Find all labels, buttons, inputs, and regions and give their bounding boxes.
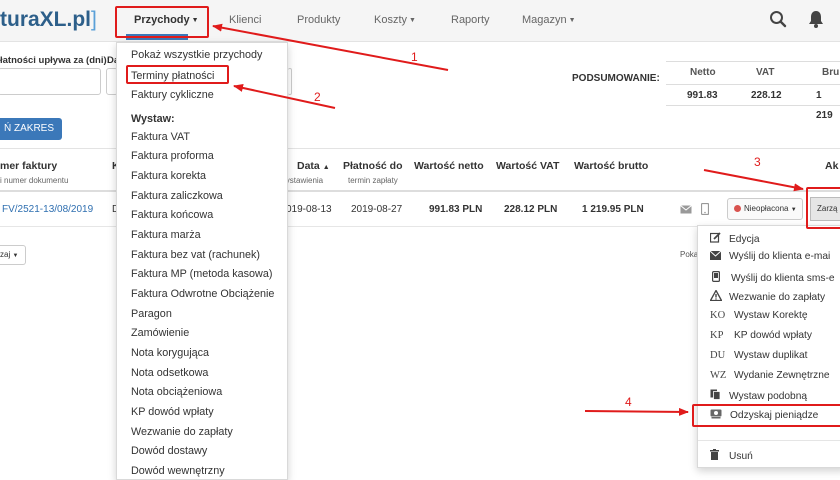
- annotation-arrow-3: [703, 169, 804, 192]
- annotation-arrows: [212, 23, 804, 416]
- annotation-arrow-4: [584, 407, 689, 416]
- annotation-arrow-1: [212, 23, 449, 71]
- annotation-arrow-2: [233, 84, 336, 109]
